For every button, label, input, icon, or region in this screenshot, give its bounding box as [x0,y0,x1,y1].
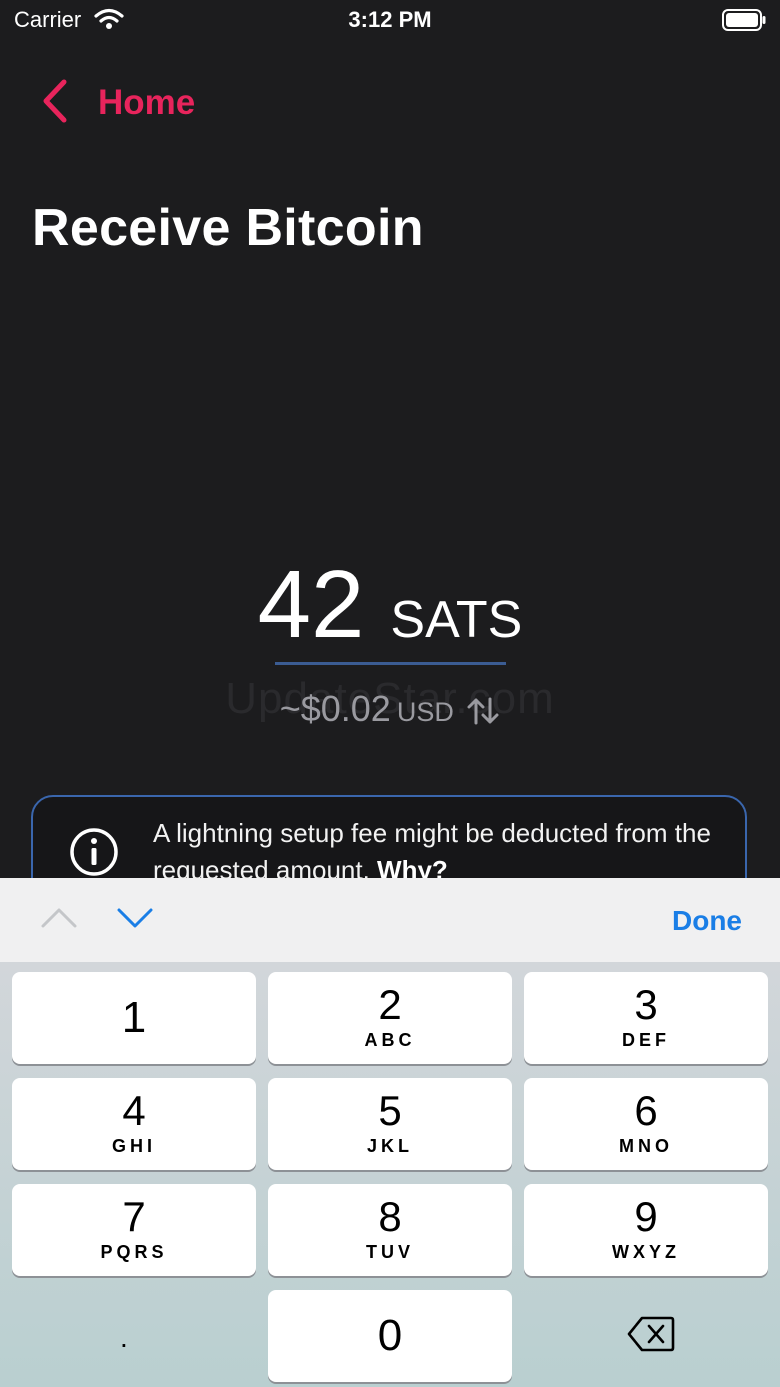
chevron-down-icon[interactable] [116,906,154,935]
key-letters: PQRS [100,1242,168,1262]
key-letters: GHI [111,1136,156,1156]
key-digit: 0 [377,1311,403,1360]
keyboard-toolbar: Done [0,878,780,963]
chevron-left-icon [40,78,68,129]
fiat-unit: USD [396,697,454,727]
chevron-up-icon[interactable] [40,906,78,935]
key-digit: 3 [634,981,658,1028]
key-letters: JKL [366,1136,413,1156]
key-8[interactable]: 8 TUV [268,1184,512,1276]
amount-unit: SATS [390,591,523,649]
key-digit: 1 [121,993,147,1042]
key-letters: ABC [364,1030,416,1050]
status-bar: Carrier 3:12 PM [0,0,780,40]
key-1[interactable]: 1 [12,972,256,1064]
key-3[interactable]: 3 DEF [524,972,768,1064]
battery-icon [722,9,766,36]
key-7[interactable]: 7 PQRS [12,1184,256,1276]
key-letters: DEF [622,1030,670,1050]
key-0[interactable]: 0 [268,1290,512,1382]
amount-value: 42 [257,551,365,658]
key-letters: WXYZ [612,1242,680,1262]
page-title: Receive Bitcoin [32,199,424,257]
numeric-keypad: 1 2 ABC 3 DEF 4 GHI 5 JKL 6 MNO 7 PQRS 8… [0,962,780,1387]
info-icon [69,827,119,882]
amount-display[interactable]: 42 SATS [0,550,780,660]
fiat-conversion[interactable]: ~$0.02 USD [0,688,780,734]
key-digit: 6 [634,1087,658,1134]
back-label: Home [98,83,196,122]
backspace-icon[interactable] [627,1314,675,1359]
key-digit: 7 [122,1193,146,1240]
done-button[interactable]: Done [672,905,742,937]
key-digit: 5 [378,1087,402,1134]
key-5[interactable]: 5 JKL [268,1078,512,1170]
key-9[interactable]: 9 WXYZ [524,1184,768,1276]
key-6[interactable]: 6 MNO [524,1078,768,1170]
key-letters: MNO [619,1136,673,1156]
key-digit: 8 [378,1193,402,1240]
key-4[interactable]: 4 GHI [12,1078,256,1170]
decimal-key[interactable]: . [120,1322,128,1354]
key-letters: TUV [366,1242,414,1262]
key-digit: 9 [634,1193,658,1240]
swap-arrows-icon[interactable] [466,696,500,731]
status-time: 3:12 PM [348,7,432,32]
key-2[interactable]: 2 ABC [268,972,512,1064]
receive-bitcoin-screen: Carrier 3:12 PM Home Receive Bitcoin 42 … [0,0,780,1387]
key-digit: 2 [378,981,402,1028]
amount-underline [275,662,506,665]
fiat-value: ~$0.02 [279,688,391,729]
back-button[interactable]: Home [40,78,196,129]
key-digit: 4 [122,1087,146,1134]
